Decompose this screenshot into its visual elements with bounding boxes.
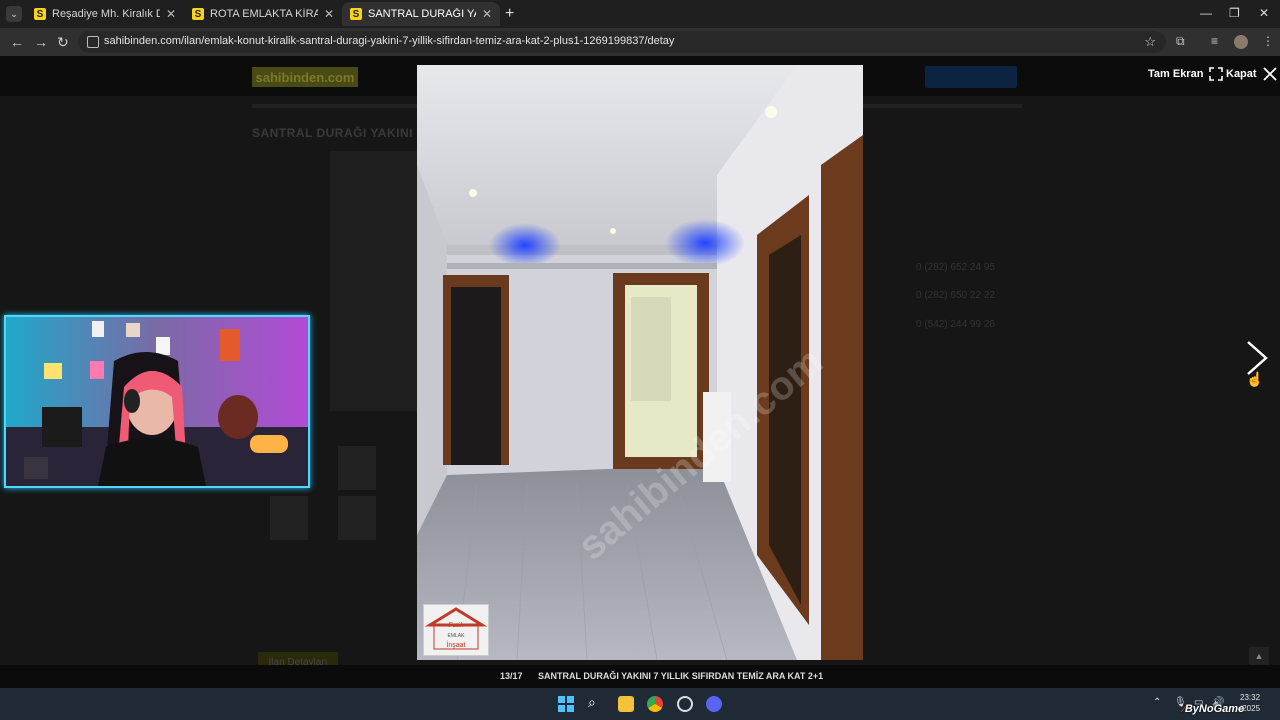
url-text[interactable]: sahibinden.com/ilan/emlak-konut-kiralik-… bbox=[104, 35, 674, 47]
search-icon[interactable]: ⌕ bbox=[588, 694, 604, 710]
bookmark-star-icon[interactable]: ☆ bbox=[1144, 34, 1156, 50]
agency-logo: Fatih EMLAK İnşaat bbox=[423, 604, 489, 656]
agency-logo-line2: EMLAK bbox=[448, 633, 466, 639]
favicon-icon: S bbox=[350, 8, 362, 20]
restore-icon[interactable]: ❐ bbox=[1229, 6, 1240, 20]
tab-rota-emlak[interactable]: S ROTA EMLAKTA KİRALIK DAİRE ✕ bbox=[184, 2, 342, 26]
discord-icon[interactable] bbox=[706, 696, 722, 712]
gallery-caption-bar: 13/17 SANTRAL DURAĞI YAKINI 7 YILLIK SIF… bbox=[0, 665, 1280, 688]
browser-tab-bar: ⌄ S Reşadiye Mh. Kiralık Daire Fiyatı ✕ … bbox=[0, 0, 1280, 28]
fullscreen-label: Tam Ekran bbox=[1148, 68, 1204, 80]
listing-main-image bbox=[330, 151, 420, 411]
menu-icon[interactable]: ⋮ bbox=[1262, 34, 1274, 48]
thumbnail bbox=[338, 446, 376, 490]
start-button[interactable] bbox=[558, 696, 574, 712]
tab-resadiye[interactable]: S Reşadiye Mh. Kiralık Daire Fiyatı ✕ bbox=[26, 2, 184, 26]
webcam-feed bbox=[6, 317, 308, 486]
tab-title: ROTA EMLAKTA KİRALIK DAİRE bbox=[210, 8, 318, 20]
phone-number: 0 (282) 652 24 95 bbox=[916, 262, 995, 273]
extensions-icon[interactable]: ⧉ bbox=[1176, 34, 1185, 49]
tab-search-button[interactable]: ⌄ bbox=[6, 6, 22, 22]
app-icon[interactable] bbox=[677, 696, 693, 712]
agency-logo-line3: İnşaat bbox=[446, 640, 465, 649]
thumbnail bbox=[270, 496, 308, 540]
tray-overflow-icon[interactable]: ⌃ bbox=[1153, 697, 1161, 708]
gallery-photo[interactable]: sahibinden.com bbox=[417, 65, 863, 660]
fullscreen-button[interactable]: Tam Ekran bbox=[1148, 67, 1224, 81]
tab-close-icon[interactable]: ✕ bbox=[482, 7, 492, 21]
favicon-icon: S bbox=[34, 8, 46, 20]
chrome-icon[interactable] bbox=[647, 696, 663, 712]
streamer-webcam-overlay bbox=[4, 315, 310, 488]
minimize-icon[interactable]: — bbox=[1200, 6, 1212, 20]
photo-counter: 13/17 bbox=[500, 671, 523, 681]
close-button[interactable]: Kapat bbox=[1226, 67, 1277, 81]
tab-santral-duragi[interactable]: S SANTRAL DURAĞI YAKINI 7 YILLIK ✕ bbox=[342, 2, 500, 26]
windows-taskbar: ⌕ ⌃ 🎙 ▭ 🔊 23:32 /2025 ⁄ByNoGame bbox=[0, 688, 1280, 720]
windows-icon bbox=[558, 696, 574, 712]
tab-close-icon[interactable]: ✕ bbox=[166, 7, 176, 21]
phone-number: 0 (542) 244 99 26 bbox=[916, 319, 995, 330]
post-ad-button bbox=[925, 66, 1017, 88]
scroll-top-button[interactable]: ▲ bbox=[1249, 647, 1269, 665]
thumbnail bbox=[338, 496, 376, 540]
site-logo: sahibinden.com bbox=[252, 67, 358, 87]
bynogame-text: ByNoGame bbox=[1184, 703, 1245, 715]
new-tab-button[interactable]: + bbox=[505, 5, 514, 23]
listing-title: SANTRAL DURAĞI YAKINI 7 Y bbox=[252, 126, 437, 140]
apartment-hallway-photo: sahibinden.com bbox=[417, 65, 863, 660]
tab-title: Reşadiye Mh. Kiralık Daire Fiyatı bbox=[52, 8, 160, 20]
tab-close-icon[interactable]: ✕ bbox=[324, 7, 334, 21]
close-window-icon[interactable]: ✕ bbox=[1259, 6, 1269, 20]
omnibox[interactable]: sahibinden.com/ilan/emlak-konut-kiralik-… bbox=[78, 31, 1166, 53]
photo-caption: SANTRAL DURAĞI YAKINI 7 YILLIK SIFIRDAN … bbox=[538, 671, 824, 681]
reload-icon[interactable]: ↻ bbox=[57, 34, 69, 51]
close-label: Kapat bbox=[1226, 68, 1257, 80]
phone-number: 0 (282) 650 22 22 bbox=[916, 290, 995, 301]
fullscreen-icon bbox=[1209, 67, 1224, 81]
file-explorer-icon[interactable] bbox=[618, 696, 634, 712]
site-info-icon[interactable] bbox=[87, 36, 99, 48]
agency-logo-name: Fatih bbox=[447, 621, 464, 629]
favicon-icon: S bbox=[192, 8, 204, 20]
reading-list-icon[interactable]: ≡ bbox=[1211, 34, 1218, 48]
back-icon[interactable]: ← bbox=[10, 34, 24, 50]
tab-title: SANTRAL DURAĞI YAKINI 7 YILLIK bbox=[368, 8, 476, 20]
forward-icon[interactable]: → bbox=[34, 34, 48, 50]
clock-time: 23:32 bbox=[1240, 693, 1261, 702]
close-icon bbox=[1262, 67, 1277, 81]
bynogame-watermark: ⁄ByNoGame bbox=[1183, 703, 1244, 715]
address-toolbar: ← → ↻ sahibinden.com/ilan/emlak-konut-ki… bbox=[0, 28, 1280, 56]
profile-avatar[interactable] bbox=[1234, 35, 1248, 49]
hand-cursor-icon: ☝ bbox=[1246, 371, 1264, 387]
